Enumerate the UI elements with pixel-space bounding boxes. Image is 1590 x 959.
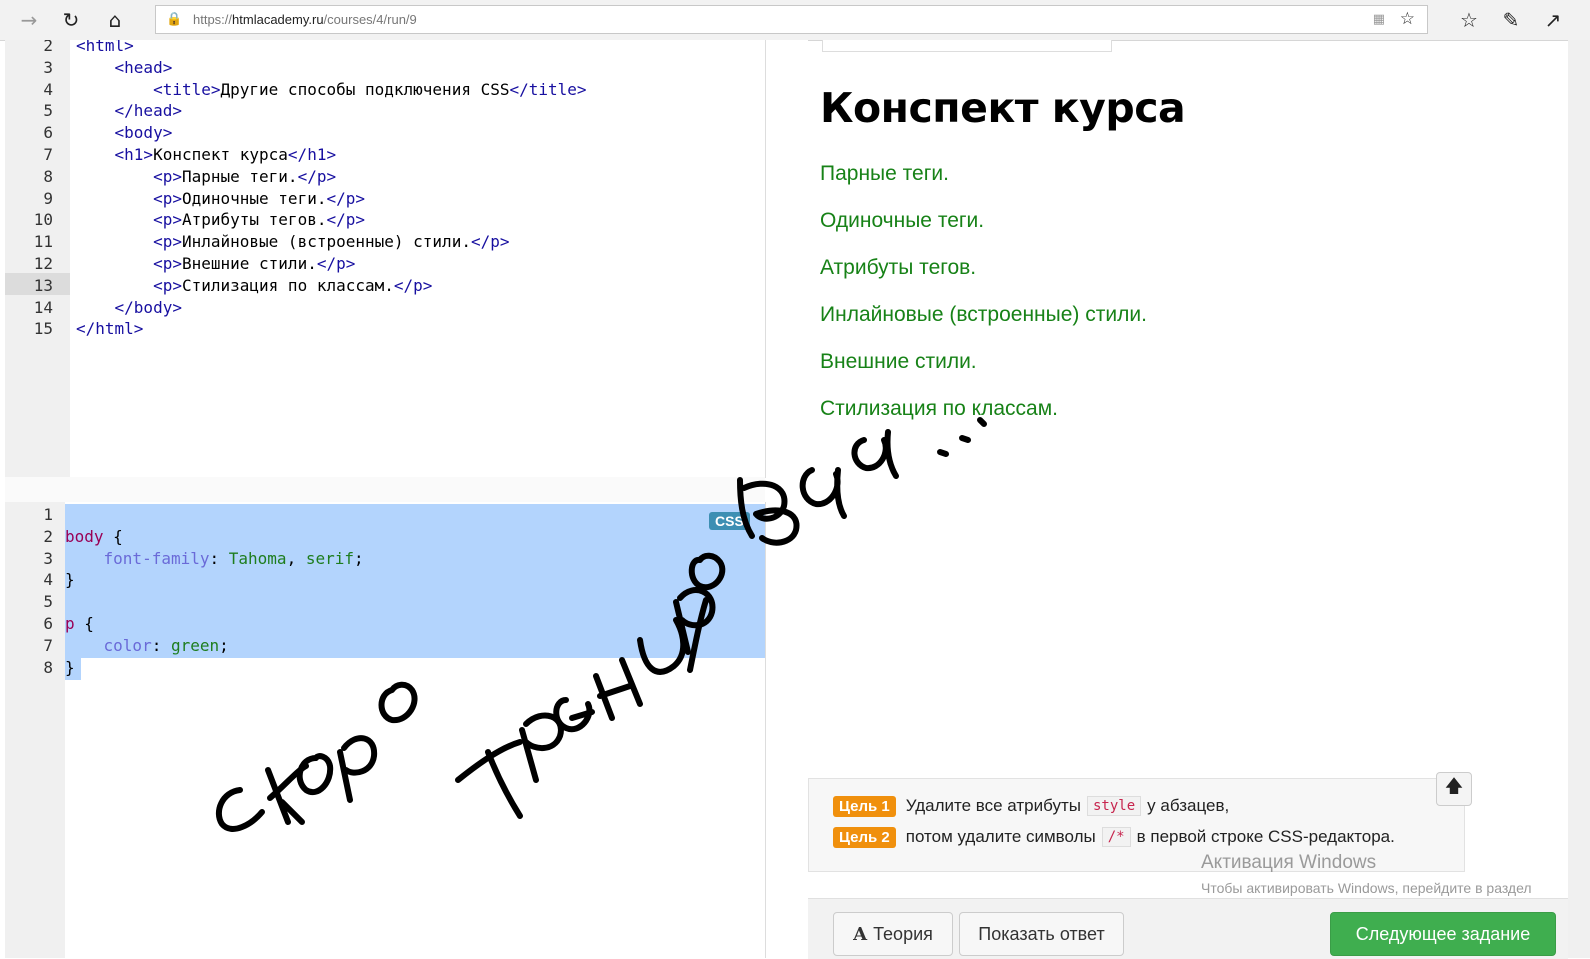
preview-heading: Конспект курса — [820, 84, 1186, 132]
code-line[interactable]: </html> — [76, 318, 143, 340]
line-number: 15 — [33, 319, 53, 339]
forward-arrow-icon[interactable]: → — [15, 6, 43, 34]
line-number: 6 — [43, 614, 53, 633]
goal-1-text: Удалите все атрибуты — [905, 796, 1081, 815]
code-line[interactable]: <p>Инлайновые (встроенные) стили.</p> — [76, 231, 509, 253]
preview-paragraph: Внешние стили. — [820, 350, 977, 373]
line-number: 4 — [43, 570, 53, 590]
address-url: https://htmlacademy.ru/courses/4/run/9 — [193, 12, 417, 27]
preview-tab — [822, 40, 1112, 52]
address-bar[interactable]: 🔒 https://htmlacademy.ru/courses/4/run/9… — [155, 5, 1428, 34]
goal-2-text-end: в первой строке CSS-редактора. — [1136, 827, 1395, 846]
code-line[interactable]: <h1>Конспект курса</h1> — [76, 144, 337, 166]
code-line[interactable]: p { — [65, 613, 94, 635]
panel-separator — [766, 40, 808, 958]
goal-1: Цель 1 Удалите все атрибуты style у абза… — [833, 793, 1229, 819]
html-editor[interactable]: 2 <html> 3 <head> 4 <title>Другие способы п… — [5, 40, 766, 478]
goal-2-badge: Цель 2 — [833, 826, 896, 848]
code-line[interactable]: <head> — [76, 57, 173, 79]
code-line[interactable]: } — [65, 657, 75, 679]
preview-paragraph: Атрибуты тегов. — [820, 256, 977, 279]
reading-view-icon[interactable]: ▦ — [1373, 6, 1385, 33]
goal-1-badge: Цель 1 — [833, 795, 896, 817]
home-icon[interactable]: ⌂ — [101, 6, 129, 34]
code-line[interactable]: <p>Парные теги.</p> — [76, 166, 336, 188]
code-line[interactable]: <p>Атрибуты тегов.</p> — [76, 209, 365, 231]
show-answer-label: Показать ответ — [978, 923, 1105, 944]
bottom-toolbar: A Теория Показать ответ Следующее задани… — [808, 898, 1568, 959]
line-number: 13 — [33, 275, 53, 295]
preview-panel: Конспект курса Парные теги. Одиночные те… — [808, 52, 1568, 780]
code-line[interactable]: body { — [65, 526, 123, 548]
line-number: 7 — [43, 635, 53, 655]
code-line[interactable]: <title>Другие способы подключения CSS</t… — [76, 79, 586, 101]
share-icon[interactable]: ↗ — [1539, 6, 1567, 34]
theory-button[interactable]: A Теория — [833, 912, 953, 956]
preview-paragraph: Парные теги. — [820, 162, 949, 185]
goal-1-code: style — [1087, 796, 1142, 816]
theory-label: Теория — [873, 923, 933, 944]
goal-2-code: /* — [1101, 827, 1131, 847]
code-line[interactable]: </body> — [76, 297, 182, 319]
line-number: 3 — [43, 548, 53, 568]
goal-2-text: потом удалите символы — [905, 827, 1096, 846]
page-scrollbar[interactable] — [1568, 40, 1590, 958]
code-line[interactable]: font-family: Tahoma, serif; — [65, 548, 364, 570]
line-number: 2 — [43, 40, 53, 55]
preview-paragraph: Одиночные теги. — [820, 209, 985, 232]
next-task-label: Следующее задание — [1355, 923, 1531, 944]
css-editor[interactable]: 1 2 body { 3 font-family: Tahoma, serif; 4} 5… — [5, 502, 766, 958]
code-line[interactable]: <p>Стилизация по классам.</p> — [76, 275, 432, 297]
code-line[interactable]: <body> — [76, 122, 173, 144]
line-number: 14 — [33, 297, 53, 317]
collapse-task-button[interactable]: 🡅 — [1436, 772, 1472, 806]
lock-icon: 🔒 — [166, 12, 183, 27]
preview-paragraph: Стилизация по классам. — [820, 397, 1058, 420]
code-line[interactable]: <p>Внешние стили.</p> — [76, 253, 355, 275]
code-line[interactable]: <p>Одиночные теги.</p> — [76, 188, 365, 210]
code-line[interactable]: <html> — [76, 40, 134, 57]
line-number: 10 — [33, 210, 53, 230]
line-number: 4 — [43, 79, 53, 99]
activation-title: Активация Windows — [1201, 852, 1377, 873]
line-number: 5 — [43, 592, 53, 612]
line-number: 5 — [43, 101, 53, 121]
favorite-star-icon[interactable]: ☆ — [1400, 6, 1415, 33]
code-line[interactable]: color: green; — [65, 635, 229, 657]
next-task-button[interactable]: Следующее задание — [1330, 912, 1556, 956]
editor-divider[interactable] — [5, 477, 765, 502]
theory-icon: A — [853, 923, 868, 945]
favorites-icon[interactable]: ☆ — [1455, 6, 1483, 34]
pen-icon[interactable]: ✎ — [1497, 6, 1525, 34]
line-number: 9 — [43, 188, 53, 208]
goal-2: Цель 2 потом удалите символы /* в первой… — [833, 824, 1395, 850]
arrow-up-icon: 🡅 — [1444, 776, 1464, 797]
line-number: 12 — [33, 254, 53, 273]
line-number: 2 — [43, 526, 53, 546]
line-number: 11 — [33, 232, 53, 252]
preview-paragraph: Инлайновые (встроенные) стили. — [820, 303, 1147, 326]
show-answer-button[interactable]: Показать ответ — [959, 912, 1124, 956]
line-number: 8 — [43, 166, 53, 186]
browser-toolbar: → ↻ ⌂ 🔒 https://htmlacademy.ru/courses/4… — [0, 0, 1590, 41]
refresh-icon[interactable]: ↻ — [57, 6, 85, 34]
line-number: 6 — [43, 123, 53, 143]
line-number: 7 — [43, 145, 53, 164]
code-line[interactable]: } — [65, 569, 75, 591]
line-number: 8 — [43, 657, 53, 677]
line-number: 1 — [43, 505, 53, 524]
line-number: 3 — [43, 57, 53, 77]
css-badge: CSS — [709, 512, 750, 530]
code-line[interactable]: </head> — [76, 100, 182, 122]
goal-1-text-end: у абзацев, — [1147, 796, 1230, 815]
